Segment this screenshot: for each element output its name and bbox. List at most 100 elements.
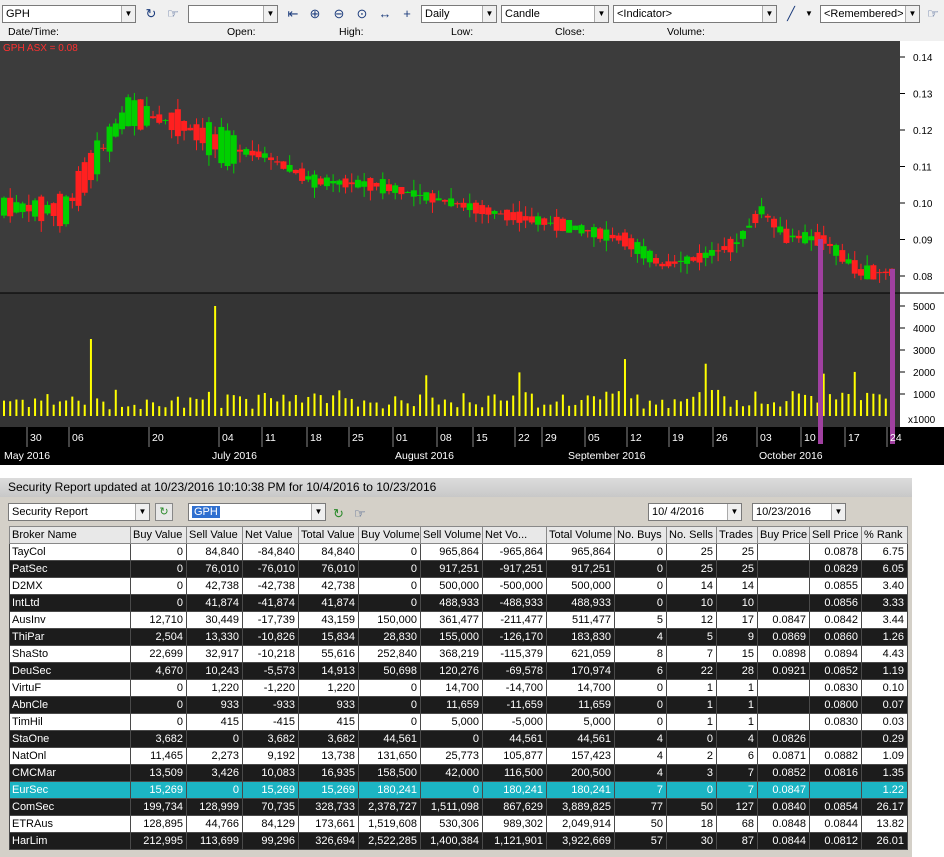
column-header[interactable]: Buy Volume [358, 526, 421, 544]
chevron-down-icon[interactable]: ▼ [121, 6, 135, 22]
chevron-down-icon[interactable]: ▼ [905, 6, 919, 22]
settings-icon[interactable]: ☞ [924, 5, 942, 23]
refresh-icon[interactable]: ↻ [142, 5, 160, 23]
date-to-picker[interactable]: 10/23/2016 ▼ [752, 503, 846, 521]
period-combo[interactable]: Daily ▼ [421, 5, 497, 23]
candle-body [25, 204, 32, 212]
report-symbol-combo[interactable]: GPH ▼ [188, 503, 326, 521]
table-cell: 44,561 [482, 730, 547, 748]
table-row[interactable]: ShaSto 22,699 32,917 -10,218 55,616 252,840 36… [9, 645, 908, 663]
candle-body [386, 184, 393, 192]
symbol-combo[interactable]: GPH ▼ [2, 5, 136, 23]
candle-body [299, 168, 306, 181]
table-cell: 25 [716, 543, 758, 561]
table-cell: 0 [358, 594, 421, 612]
zoom-in-icon[interactable]: ⊕ [306, 5, 324, 23]
table-row[interactable]: ETRAus 128,895 44,766 84,129 173,661 1,519,60… [9, 815, 908, 833]
table-row[interactable]: NatOnl 11,465 2,273 9,192 13,738 131,650 25,77… [9, 747, 908, 765]
table-row[interactable]: ThiPar 2,504 13,330 -10,826 15,834 28,830 155,… [9, 628, 908, 646]
chevron-down-icon[interactable]: ▼ [135, 504, 149, 520]
column-header[interactable]: Sell Price [809, 526, 862, 544]
table-row[interactable]: ComSec 199,734 128,999 70,735 328,733 2,378,7… [9, 798, 908, 816]
table-row[interactable]: HarLim 212,995 113,699 99,296 326,694 2,522,2… [9, 832, 908, 850]
insert-icon[interactable]: ☞ [164, 5, 182, 23]
candle-body [305, 176, 312, 180]
column-header[interactable]: No. Buys [614, 526, 667, 544]
candle-body [708, 249, 715, 256]
insert-icon[interactable]: ☞ [354, 506, 366, 522]
table-cell: 18 [666, 815, 717, 833]
column-header[interactable]: Net Vo... [482, 526, 547, 544]
remembered-combo[interactable]: <Remembered> ▼ [820, 5, 920, 23]
line-draw-icon[interactable]: ╱ [782, 5, 800, 23]
table-cell: -488,933 [482, 594, 547, 612]
chevron-down-icon[interactable]: ▼ [594, 6, 608, 22]
table-cell: 488,933 [420, 594, 483, 612]
refresh-icon[interactable]: ↻ [155, 503, 173, 521]
column-header[interactable]: Sell Value [186, 526, 243, 544]
table-cell: 3.44 [861, 611, 908, 629]
column-header[interactable]: % Rank [861, 526, 908, 544]
column-header[interactable]: Trades [716, 526, 758, 544]
column-header[interactable]: Total Value [298, 526, 359, 544]
crosshair-icon[interactable]: + [398, 5, 416, 23]
table-row[interactable]: StaOne 3,682 0 3,682 3,682 44,561 0 44,561 44,56… [9, 730, 908, 748]
price-chart[interactable]: 0.14 0.13 0.12 0.11 0.10 0.09 0.08 5000 4000 3000… [0, 41, 944, 447]
table-row[interactable]: DeuSec 4,670 10,243 -5,573 14,913 50,698 120,2… [9, 662, 908, 680]
table-cell: CMCMar [9, 764, 131, 782]
stretch-icon[interactable]: ↔ [376, 5, 394, 23]
column-header[interactable]: Broker Name [9, 526, 131, 544]
zoom-fit-icon[interactable]: ⊙ [353, 5, 371, 23]
go-icon[interactable]: ↻ [333, 506, 344, 522]
zoom-out-icon[interactable]: ⊖ [330, 5, 348, 23]
chevron-down-icon[interactable]: ▼ [263, 6, 277, 22]
table-row[interactable]: AusInv 12,710 30,449 -17,739 43,159 150,000 36… [9, 611, 908, 629]
report-title: Security Report updated at 10/23/2016 10… [0, 478, 912, 497]
column-header[interactable]: No. Sells [666, 526, 717, 544]
chevron-down-icon[interactable]: ▼ [831, 504, 845, 520]
table-row[interactable]: CMCMar 13,509 3,426 10,083 16,935 158,500 42,0… [9, 764, 908, 782]
indicator-combo[interactable]: <Indicator> ▼ [613, 5, 777, 23]
table-cell: 965,864 [420, 543, 483, 561]
table-cell: 933 [298, 696, 359, 714]
chevron-down-icon[interactable]: ▼ [482, 6, 496, 22]
table-row[interactable]: TimHil 0 415 -415 415 0 5,000 -5,000 5,000 0 1 1 0.0… [9, 713, 908, 731]
table-cell: 965,864 [546, 543, 615, 561]
chart-canvas: 0.14 0.13 0.12 0.11 0.10 0.09 0.08 5000 4000 3000… [0, 41, 944, 447]
go-start-icon[interactable]: ⇤ [284, 5, 302, 23]
table-cell: 0 [358, 560, 421, 578]
candle-body [212, 134, 219, 150]
table-row[interactable]: VirtuF 0 1,220 -1,220 1,220 0 14,700 -14,700 14,… [9, 679, 908, 697]
table-row[interactable]: TayCol 0 84,840 -84,840 84,840 0 965,864 -965,8… [9, 543, 908, 561]
table-cell: 0.0921 [757, 662, 810, 680]
table-row[interactable]: PatSec 0 76,010 -76,010 76,010 0 917,251 -917,2… [9, 560, 908, 578]
chevron-down-icon[interactable]: ▼ [727, 504, 741, 520]
table-cell: 9 [716, 628, 758, 646]
table-row[interactable]: AbnCle 0 933 -933 933 0 11,659 -11,659 11,659 0 1 1… [9, 696, 908, 714]
table-cell: 26.17 [861, 798, 908, 816]
date-from-picker[interactable]: 10/ 4/2016 ▼ [648, 503, 742, 521]
column-header[interactable]: Sell Volume [420, 526, 483, 544]
column-header[interactable]: Buy Value [130, 526, 187, 544]
table-cell: 0 [666, 781, 717, 799]
chevron-down-icon[interactable]: ▼ [762, 6, 776, 22]
table-row[interactable]: IntLtd 0 41,874 -41,874 41,874 0 488,933 -488,9… [9, 594, 908, 612]
report-type-combo[interactable]: Security Report ▼ [8, 503, 150, 521]
candle-body [174, 109, 181, 137]
chart-type-combo[interactable]: Candle ▼ [501, 5, 609, 23]
secondary-symbol-combo[interactable]: ▼ [188, 5, 278, 23]
chevron-down-icon[interactable]: ▼ [311, 504, 325, 520]
candle-body [69, 197, 76, 201]
table-row[interactable]: D2MX 0 42,738 -42,738 42,738 0 500,000 -500,000… [9, 577, 908, 595]
day-tick-label: 08 [440, 432, 452, 444]
chevron-down-icon[interactable]: ▼ [805, 9, 813, 18]
table-row[interactable]: EurSec 15,269 0 15,269 15,269 180,241 0 180,241… [9, 781, 908, 799]
table-cell: 6.05 [861, 560, 908, 578]
column-header[interactable]: Buy Price [757, 526, 810, 544]
table-cell: 55,616 [298, 645, 359, 663]
candle-body [249, 150, 256, 156]
table-cell: 200,500 [546, 764, 615, 782]
broker-table: Broker Name Buy Value Sell Value Net Value T… [9, 526, 908, 850]
column-header[interactable]: Net Value [242, 526, 299, 544]
column-header[interactable]: Total Volume [546, 526, 615, 544]
